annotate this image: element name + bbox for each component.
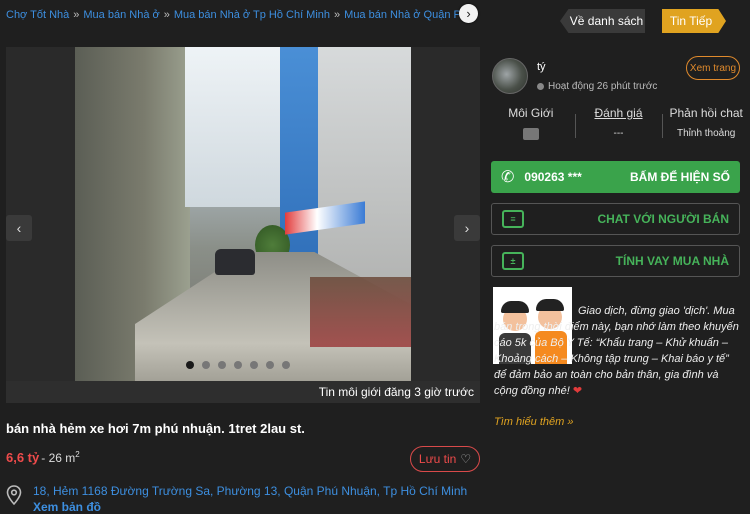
back-to-list-button[interactable]: Về danh sách <box>560 9 645 33</box>
heart-icon: ❤ <box>572 385 583 397</box>
seller-stats: Môi Giới Đánh giá --- Phản hồi chat Thỉn… <box>487 104 750 150</box>
avatar[interactable] <box>492 58 528 94</box>
heart-icon: ♡ <box>460 452 472 466</box>
chat-icon: ≡ <box>502 210 524 228</box>
save-listing-label: Lưu tin <box>418 452 457 466</box>
chat-seller-label: CHAT VỚI NGƯỜI BÁN <box>597 212 729 226</box>
breadcrumb: Chợ Tốt Nhà » Mua bán Nhà ở » Mua bán Nh… <box>6 6 460 24</box>
stat-chat-response: Phản hồi chat Thỉnh thoảng <box>662 104 750 150</box>
stat-value: --- <box>613 128 624 139</box>
gallery-dot[interactable] <box>202 361 210 369</box>
view-page-button[interactable]: Xem trang <box>686 56 740 80</box>
safety-notice-text: Giao dịch, đừng giao 'dịch'. Mua bán tro… <box>494 305 739 397</box>
gallery-dot[interactable] <box>282 361 290 369</box>
gallery-dot[interactable] <box>186 361 194 369</box>
breadcrumb-separator: » <box>163 9 170 21</box>
save-listing-button[interactable]: Lưu tin ♡ <box>410 446 480 472</box>
stat-label: Môi Giới <box>508 106 554 120</box>
stat-broker: Môi Giới <box>487 104 575 150</box>
listing-panel: Chợ Tốt Nhà » Mua bán Nhà ở » Mua bán Nh… <box>0 0 487 514</box>
gallery-caption: Tin môi giới đăng 3 giờ trước <box>318 385 474 399</box>
address-text: 18, Hẻm 1168 Đường Trường Sa, Phường 13,… <box>33 484 468 498</box>
image-gallery: ‹ › Tin môi giới đăng 3 giờ trước <box>6 47 480 403</box>
gallery-dot[interactable] <box>218 361 226 369</box>
seller-status-text: Hoạt động 26 phút trước <box>548 81 658 92</box>
briefcase-icon <box>522 128 539 140</box>
phone-icon: ✆ <box>501 169 515 186</box>
stat-rating[interactable]: Đánh giá --- <box>574 104 663 150</box>
price-row: 6,6 tỷ - 26 m2 <box>6 450 80 465</box>
calculator-icon: ± <box>502 252 524 270</box>
chat-seller-button[interactable]: ≡ CHAT VỚI NGƯỜI BÁN <box>491 203 740 235</box>
breadcrumb-separator: » <box>334 9 341 21</box>
gallery-dot[interactable] <box>234 361 242 369</box>
safety-notice: Giao dịch, đừng giao 'dịch'. Mua bán tro… <box>494 303 744 399</box>
stat-label: Phản hồi chat <box>669 106 743 120</box>
breadcrumb-item-phu-nhuan[interactable]: Mua bán Nhà ở Quận Phú Nhuận <box>344 9 460 21</box>
breadcrumb-separator: » <box>73 9 80 21</box>
chevron-right-icon[interactable]: › <box>454 215 480 241</box>
breadcrumb-item-mua-ban-nha-o[interactable]: Mua bán Nhà ở <box>83 9 159 21</box>
seller-panel: Về danh sách Tin Tiếp tý Hoạt động 26 ph… <box>487 0 750 514</box>
listing-price: 6,6 tỷ <box>6 450 40 465</box>
stat-value: Thỉnh thoảng <box>676 128 736 139</box>
listing-address: 18, Hẻm 1168 Đường Trường Sa, Phường 13,… <box>33 483 483 514</box>
loan-calculator-label: TÍNH VAY MUA NHÀ <box>615 254 729 268</box>
next-listing-button[interactable]: Tin Tiếp <box>662 9 726 33</box>
listing-area: - 26 m2 <box>41 450 80 465</box>
gallery-dot[interactable] <box>266 361 274 369</box>
learn-more-link[interactable]: Tìm hiểu thêm » <box>494 416 573 428</box>
breadcrumb-item-tp-hcm[interactable]: Mua bán Nhà ở Tp Hồ Chí Minh <box>174 9 330 21</box>
stat-label[interactable]: Đánh giá <box>575 104 663 122</box>
breadcrumb-item-cho-tot-nha[interactable]: Chợ Tốt Nhà <box>6 9 69 21</box>
chevron-right-icon[interactable]: › <box>459 4 478 23</box>
chevron-left-icon[interactable]: ‹ <box>6 215 32 241</box>
loan-calculator-button[interactable]: ± TÍNH VAY MUA NHÀ <box>491 245 740 277</box>
listing-title: bán nhà hẻm xe hơi 7m phú nhuận. 1tret 2… <box>6 421 305 436</box>
status-dot-icon <box>537 83 544 90</box>
gallery-caption-bar: Tin môi giới đăng 3 giờ trước <box>6 381 480 403</box>
gallery-dots <box>186 361 290 369</box>
location-pin-icon <box>6 485 22 505</box>
listing-photo[interactable] <box>75 47 411 383</box>
seller-name[interactable]: tý <box>537 61 546 73</box>
gallery-dot[interactable] <box>250 361 258 369</box>
seller-status: Hoạt động 26 phút trước <box>537 81 657 92</box>
view-map-link[interactable]: Xem bản đồ <box>33 500 101 514</box>
show-phone-button[interactable]: ✆ 090263 *** BẤM ĐỂ HIỆN SỐ <box>491 161 740 193</box>
show-phone-label: BẤM ĐỂ HIỆN SỐ <box>629 170 730 184</box>
phone-number: 090263 *** <box>524 170 582 184</box>
